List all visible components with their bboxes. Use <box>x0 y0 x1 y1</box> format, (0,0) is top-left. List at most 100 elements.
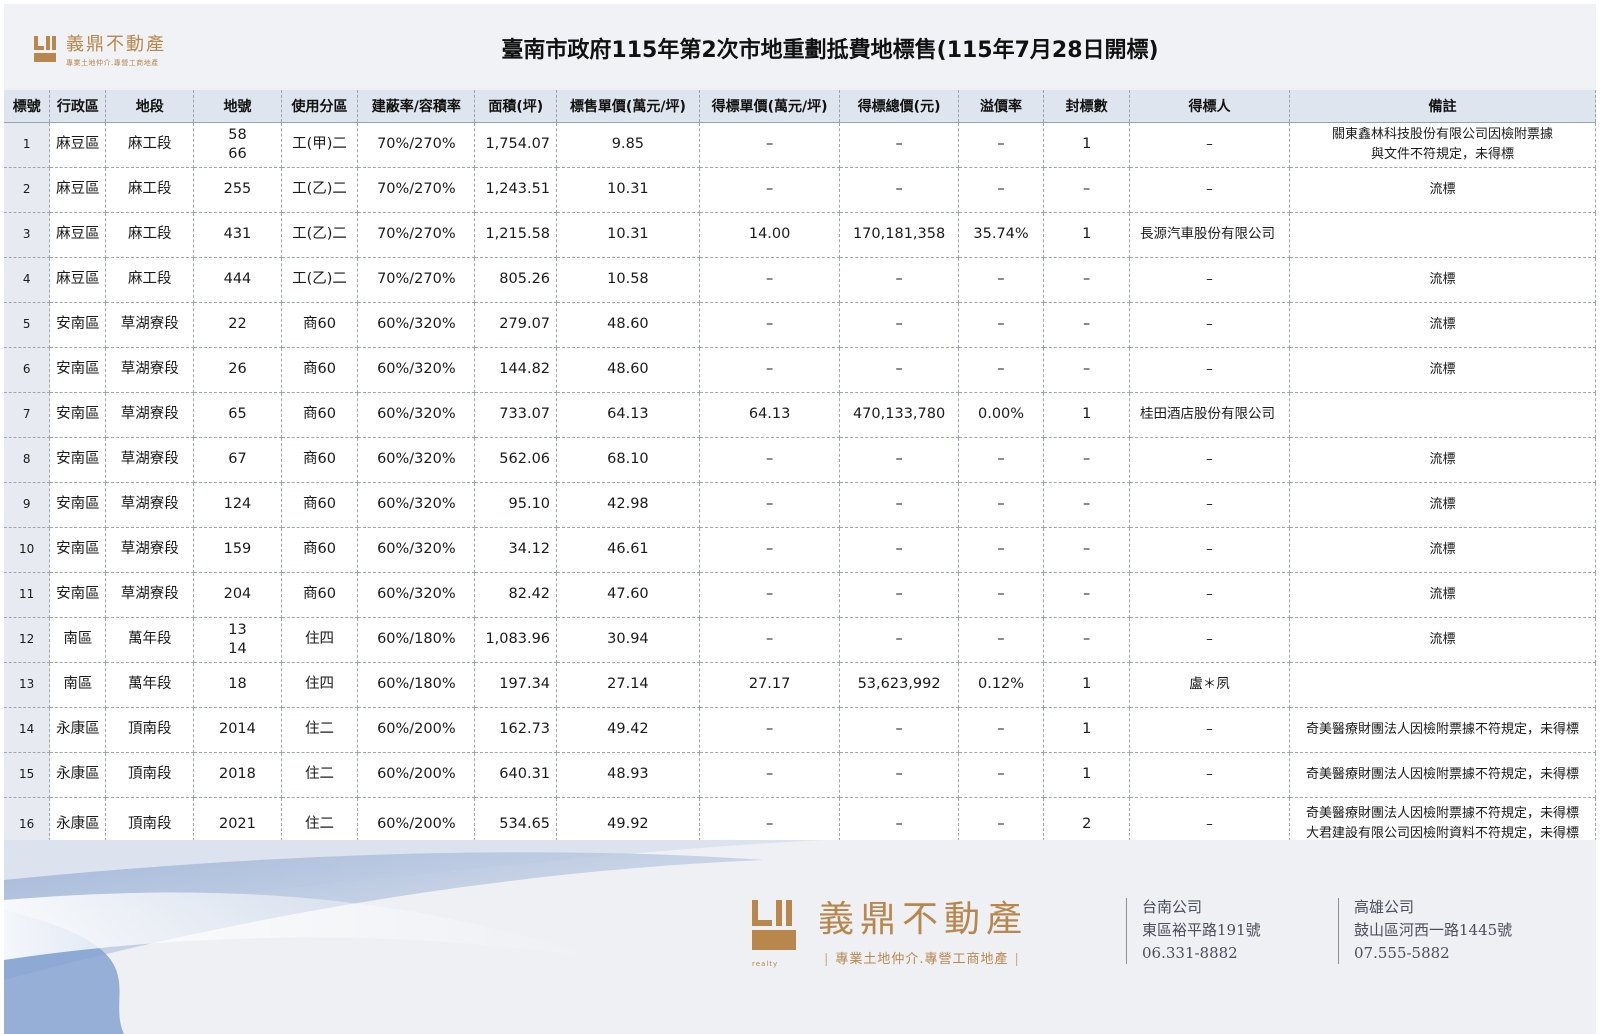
row-number: 9 <box>4 482 51 528</box>
area-cell: 162.73 <box>474 707 558 753</box>
footer: 義鼎不動產 | 專業土地仲介.專營工商地產 | realty 台南公司 東區裕平路1… <box>4 840 1596 1034</box>
lot-number-cell: 159 <box>193 527 282 573</box>
bids-cell: – <box>1043 482 1130 528</box>
price-cell: 9.85 <box>556 122 700 168</box>
lot-number-cell: 65 <box>193 392 282 438</box>
office-tainan-phone[interactable]: 06.331-8882 <box>1142 942 1261 965</box>
row-number: 3 <box>4 212 51 258</box>
section-cell: 萬年段 <box>105 662 195 708</box>
row-number: 10 <box>4 527 51 573</box>
note-cell: 流標 <box>1289 437 1596 483</box>
premium-cell: 0.00% <box>958 392 1045 438</box>
winner-cell: – <box>1129 302 1291 348</box>
winning-price-cell: – <box>699 347 841 393</box>
note-cell: 奇美醫療財團法人因檢附票據不符規定，未得標 <box>1289 752 1596 798</box>
winner-cell: – <box>1129 437 1291 483</box>
winning-price-cell: 64.13 <box>699 392 841 438</box>
column-header: 標號 <box>4 90 51 123</box>
zone-cell: 商60 <box>281 347 359 393</box>
winner-cell: – <box>1129 347 1291 393</box>
office-kaohsiung-phone[interactable]: 07.555-5882 <box>1354 942 1512 965</box>
zone-cell: 住四 <box>281 662 359 708</box>
footer-brand[interactable]: 義鼎不動產 | 專業土地仲介.專營工商地產 | realty <box>752 899 1029 968</box>
district-cell: 安南區 <box>49 437 107 483</box>
zone-cell: 工(甲)二 <box>281 122 359 168</box>
section-cell: 麻工段 <box>105 212 195 258</box>
brand-tiny-text: realty <box>752 960 779 968</box>
office-kaohsiung: 高雄公司 鼓山區河西一路1445號 07.555-5882 <box>1354 896 1512 965</box>
row-number: 4 <box>4 257 51 303</box>
winner-cell: – <box>1129 257 1291 303</box>
winning-total-cell: – <box>839 752 959 798</box>
winner-cell: – <box>1129 122 1291 168</box>
ratio-cell: 70%/270% <box>357 257 476 303</box>
bids-cell: – <box>1043 572 1130 618</box>
table-row: 7 安南區 草湖寮段 65 商60 60%/320% 733.07 64.13 64.13 470… <box>4 392 1596 438</box>
area-cell: 279.07 <box>474 302 558 348</box>
bids-cell: 1 <box>1043 392 1130 438</box>
district-cell: 安南區 <box>49 527 107 573</box>
note-cell-line: 流標 <box>1429 541 1456 557</box>
lot-number-cell: 58 66 <box>193 122 282 168</box>
winning-total-cell: – <box>839 707 959 753</box>
section-cell: 草湖寮段 <box>105 572 195 618</box>
ratio-cell: 60%/320% <box>357 572 476 618</box>
bids-cell: – <box>1043 437 1130 483</box>
district-cell: 安南區 <box>49 572 107 618</box>
row-number: 12 <box>4 617 51 663</box>
section-cell: 草湖寮段 <box>105 347 195 393</box>
winning-total-cell: – <box>839 167 959 213</box>
lot-number-cell-line: 18 <box>228 676 247 692</box>
table-row: 9 安南區 草湖寮段 124 商60 60%/320% 95.10 42.98– – – – – 流標 <box>4 482 1596 528</box>
lot-number-cell-line: 2014 <box>218 721 256 737</box>
bids-cell: – <box>1043 257 1130 303</box>
ratio-cell: 60%/320% <box>357 392 476 438</box>
bids-cell: 1 <box>1043 662 1130 708</box>
district-cell: 麻豆區 <box>49 122 107 168</box>
zone-cell: 工(乙)二 <box>281 167 359 213</box>
column-header: 得標單價(萬元/坪) <box>699 90 841 123</box>
price-cell: 27.14 <box>556 662 700 708</box>
ratio-cell: 60%/320% <box>357 302 476 348</box>
winner-cell: 桂田酒店股份有限公司 <box>1129 392 1291 438</box>
area-cell: 805.26 <box>474 257 558 303</box>
row-number: 7 <box>4 392 51 438</box>
table-row: 10 安南區 草湖寮段 159 商60 60%/320% 34.12 46.61– – – – – 流標 <box>4 527 1596 573</box>
header: 義鼎不動產 專業土地仲介.專營工商地產 臺南市政府115年第2次市地重劃抵費地標… <box>4 4 1596 88</box>
section-cell: 頂南段 <box>105 752 195 798</box>
row-number: 5 <box>4 302 51 348</box>
office-tainan-name: 台南公司 <box>1142 898 1203 916</box>
section-cell: 草湖寮段 <box>105 302 195 348</box>
premium-cell: – <box>958 347 1045 393</box>
bids-cell: 1 <box>1043 122 1130 168</box>
note-cell: 奇美醫療財團法人因檢附票據不符規定，未得標 <box>1289 707 1596 753</box>
ratio-cell: 70%/270% <box>357 167 476 213</box>
zone-cell: 住四 <box>281 617 359 663</box>
winner-cell: – <box>1129 752 1291 798</box>
note-cell-line: 流標 <box>1429 451 1456 467</box>
results-table-wrap: 標號 行政區 地段 地號 使用分區 建蔽率/容積率 面積(坪) 標售單價(萬元/坪) 得標單價(… <box>4 90 1596 852</box>
ratio-cell: 60%/320% <box>357 482 476 528</box>
note-cell: 流標 <box>1289 572 1596 618</box>
area-cell: 1,215.58 <box>474 212 558 258</box>
zone-cell: 商60 <box>281 392 359 438</box>
premium-cell: – <box>958 122 1045 168</box>
winning-total-cell: – <box>839 572 959 618</box>
lot-number-cell-line: 58 <box>228 126 247 143</box>
lot-number-cell: 431 <box>193 212 282 258</box>
brand-name: 義鼎不動產 <box>818 899 1029 940</box>
winning-total-cell: 470,133,780 <box>839 392 959 438</box>
table-row: 12 南區 萬年段 13 14 住四 60%/180% 1,083.96 30.94– – – – – 流… <box>4 617 1596 663</box>
office-kaohsiung-address: 鼓山區河西一路1445號 <box>1354 921 1513 939</box>
note-cell: 關東鑫林科技股份有限公司因檢附票據 與文件不符規定，未得標 <box>1289 122 1596 168</box>
premium-cell: – <box>958 482 1045 528</box>
lot-number-cell-line: 67 <box>228 451 247 467</box>
table-row: 13 南區 萬年段 18 住四 60%/180% 197.34 27.14 27.17 53,62… <box>4 662 1596 708</box>
lot-number-cell-line: 444 <box>223 271 252 287</box>
price-cell: 48.60 <box>556 302 700 348</box>
zone-cell: 住二 <box>281 707 359 753</box>
area-cell: 1,754.07 <box>474 122 558 168</box>
bids-cell: – <box>1043 347 1130 393</box>
note-cell: 流標 <box>1289 527 1596 573</box>
winning-price-cell: – <box>699 302 841 348</box>
